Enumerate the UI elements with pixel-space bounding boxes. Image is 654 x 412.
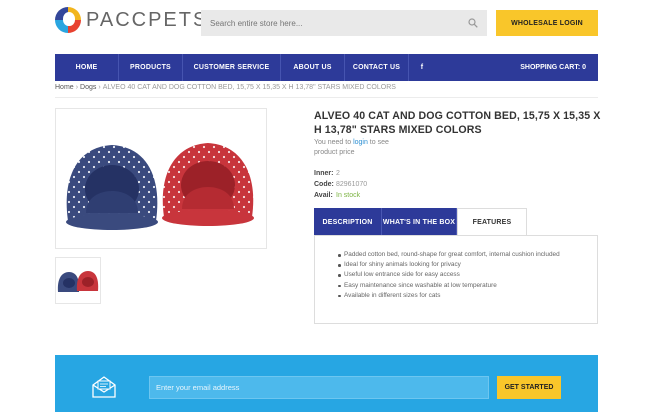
paw-logo-icon <box>55 7 81 33</box>
pet-beds-illustration <box>66 143 254 230</box>
pet-beds-thumbnail <box>57 271 99 292</box>
features-list: Padded cotton bed, round-shape for great… <box>338 250 560 301</box>
product-tabs: DESCRIPTION WHAT'S IN THE BOX FEATURES <box>314 208 527 236</box>
main-nav: HOME PRODUCTS CUSTOMER SERVICE ABOUT US … <box>55 54 598 81</box>
breadcrumb-category[interactable]: Dogs <box>80 84 96 91</box>
breadcrumb-separator: › <box>75 84 79 91</box>
search-icon[interactable] <box>468 18 478 28</box>
meta-row-inner: Inner: 2 <box>314 168 367 179</box>
product-thumbnail[interactable] <box>55 257 101 304</box>
nav-item-contact-us[interactable]: CONTACT US <box>345 54 409 81</box>
facebook-icon[interactable]: f <box>409 54 435 81</box>
meta-value: 2 <box>336 170 340 177</box>
newsletter-bar: GET STARTED <box>55 355 598 412</box>
breadcrumb-home[interactable]: Home <box>55 84 74 91</box>
meta-key: Avail: <box>314 192 333 199</box>
breadcrumb-separator: › <box>98 84 101 91</box>
product-meta: Inner: 2 Code: 82961070 Avail: In stock <box>314 168 367 201</box>
product-title: ALVEO 40 CAT AND DOG COTTON BED, 15,75 X… <box>314 110 601 136</box>
list-item: Ideal for shiny animals looking for priv… <box>338 260 560 270</box>
brand-name: PACCPETS <box>86 8 209 31</box>
meta-key: Code: <box>314 181 334 188</box>
breadcrumb: Home › Dogs › ALVEO 40 CAT AND DOG COTTON BE… <box>55 84 396 91</box>
breadcrumb-current: ALVEO 40 CAT AND DOG COTTON BED, 15,75 X… <box>102 84 396 91</box>
login-prefix: You need to <box>314 139 354 146</box>
tab-whats-in-the-box[interactable]: WHAT'S IN THE BOX <box>382 208 457 236</box>
product-main-image[interactable] <box>55 108 267 249</box>
site-header: PACCPETS WHOLESALE LOGIN <box>0 0 654 50</box>
search-box <box>201 10 487 36</box>
meta-key: Inner: <box>314 170 334 177</box>
login-to-see-price: You need to login to see product price <box>314 138 414 158</box>
divider <box>55 97 598 98</box>
tab-features[interactable]: FEATURES <box>457 208 527 236</box>
nav-item-about-us[interactable]: ABOUT US <box>281 54 345 81</box>
list-item: Easy maintenance since washable at low t… <box>338 281 560 291</box>
wholesale-login-button[interactable]: WHOLESALE LOGIN <box>496 10 598 36</box>
search-input[interactable] <box>201 10 451 36</box>
availability-status: In stock <box>336 192 361 199</box>
nav-item-products[interactable]: PRODUCTS <box>119 54 183 81</box>
newsletter-email-input[interactable] <box>149 376 489 399</box>
list-item: Padded cotton bed, round-shape for great… <box>338 250 560 260</box>
list-item: Useful low entrance side for easy access <box>338 270 560 280</box>
tab-description[interactable]: DESCRIPTION <box>314 208 382 236</box>
nav-item-home[interactable]: HOME <box>55 54 119 81</box>
features-panel: Padded cotton bed, round-shape for great… <box>314 235 598 324</box>
get-started-button[interactable]: GET STARTED <box>497 376 561 399</box>
brand-logo[interactable]: PACCPETS <box>55 3 208 37</box>
login-link[interactable]: login <box>353 139 368 146</box>
meta-value: 82961070 <box>336 181 368 188</box>
nav-item-customer-service[interactable]: CUSTOMER SERVICE <box>183 54 281 81</box>
list-item: Available in different sizes for cats <box>338 291 560 301</box>
shopping-cart-link[interactable]: SHOPPING CART: 0 <box>520 54 586 81</box>
meta-row-code: Code: 82961070 <box>314 179 367 190</box>
meta-row-availability: Avail: In stock <box>314 190 367 201</box>
mail-icon <box>92 376 116 398</box>
